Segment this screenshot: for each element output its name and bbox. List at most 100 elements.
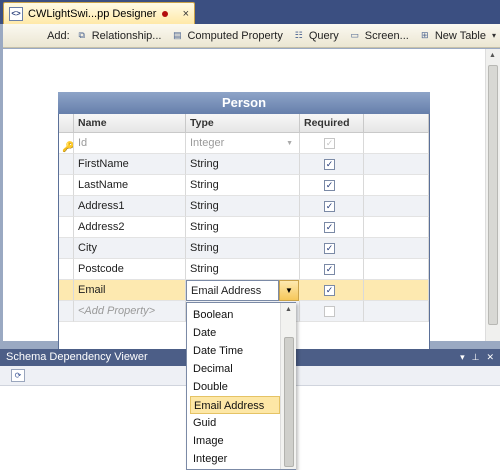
required-checkbox[interactable]: ✓	[324, 159, 335, 170]
property-name[interactable]: FirstName	[74, 154, 186, 175]
property-type[interactable]: String	[186, 238, 300, 259]
property-name[interactable]: Email	[74, 280, 186, 301]
property-row-postcode[interactable]: Postcode String ✓	[59, 259, 429, 280]
required-cell: ✓	[300, 133, 364, 154]
property-name[interactable]: Postcode	[74, 259, 186, 280]
property-name[interactable]: City	[74, 238, 186, 259]
close-tab-icon[interactable]: ×	[183, 8, 189, 20]
type-option-date-time[interactable]: Date Time	[187, 342, 280, 360]
name-column-header: Name	[74, 114, 186, 133]
key-icon: 🔑	[62, 142, 74, 153]
dropdown-scrollbar[interactable]: ▲	[280, 303, 296, 469]
required-checkbox: ✓	[324, 138, 335, 149]
property-row-email[interactable]: Email Email Address ▼ ✓	[59, 280, 429, 301]
pin-icon[interactable]: ⊥	[472, 349, 480, 366]
pane-menu-icon[interactable]: ▾	[460, 349, 465, 366]
type-option-email-address[interactable]: Email Address	[190, 396, 280, 414]
scrollbar-thumb[interactable]	[488, 65, 498, 325]
dropdown-scroll-up-icon[interactable]: ▲	[285, 306, 292, 313]
required-checkbox[interactable]: ✓	[324, 201, 335, 212]
property-name[interactable]: Address2	[74, 217, 186, 238]
row-filler	[364, 217, 429, 238]
required-checkbox[interactable]: ✓	[324, 180, 335, 191]
row-filler	[364, 280, 429, 301]
row-gutter	[59, 196, 74, 217]
add-computed-property-button[interactable]: ▤ Computed Property	[171, 29, 283, 42]
toolbar-overflow-icon[interactable]: ▾	[490, 28, 498, 44]
property-name[interactable]: Address1	[74, 196, 186, 217]
row-gutter	[59, 175, 74, 196]
entity-title: Person	[58, 92, 430, 114]
add-query-button[interactable]: ☷ Query	[293, 30, 339, 42]
row-gutter	[59, 259, 74, 280]
add-property-input[interactable]: <Add Property>	[74, 301, 186, 322]
type-dropdown-button[interactable]: ▼	[279, 280, 299, 301]
relationship-icon: ⧉	[78, 30, 85, 40]
refresh-icon[interactable]: ⟳	[11, 369, 25, 382]
property-type[interactable]: String	[186, 196, 300, 217]
required-cell: ✓	[300, 259, 364, 280]
add-label: Add:	[47, 29, 70, 42]
close-pane-icon[interactable]: ✕	[486, 349, 494, 366]
add-computed-property-label: Computed Property	[187, 29, 283, 42]
property-row-firstname[interactable]: FirstName String ✓	[59, 154, 429, 175]
property-type[interactable]: String	[186, 154, 300, 175]
type-dropdown-icon: ▼	[286, 140, 293, 147]
property-row-id[interactable]: 🔑 Id Integer ▼ ✓	[59, 133, 429, 154]
add-screen-button[interactable]: ▭ Screen...	[349, 30, 409, 42]
type-option-integer[interactable]: Integer	[187, 450, 280, 468]
row-filler	[364, 259, 429, 280]
dropdown-scrollbar-thumb[interactable]	[284, 337, 294, 467]
type-option-double[interactable]: Double	[187, 378, 280, 396]
property-type-value: Integer	[190, 137, 225, 149]
property-type[interactable]: String	[186, 217, 300, 238]
new-table-button[interactable]: ⊞ New Table	[419, 30, 486, 42]
type-option-image[interactable]: Image	[187, 432, 280, 450]
designer-document-tab[interactable]: <> CWLightSwi...pp Designer ×	[3, 2, 195, 24]
required-cell: ✓	[300, 217, 364, 238]
required-cell: ✓	[300, 154, 364, 175]
required-checkbox[interactable]: ✓	[324, 243, 335, 254]
row-gutter	[59, 280, 74, 301]
property-row-address1[interactable]: Address1 String ✓	[59, 196, 429, 217]
type-option-date[interactable]: Date	[187, 324, 280, 342]
property-row-lastname[interactable]: LastName String ✓	[59, 175, 429, 196]
property-type[interactable]: String	[186, 259, 300, 280]
required-checkbox[interactable]: ✓	[324, 285, 335, 296]
property-name[interactable]: LastName	[74, 175, 186, 196]
property-type[interactable]: Integer ▼	[186, 133, 300, 154]
type-column-header: Type	[186, 114, 300, 133]
required-cell: ✓	[300, 196, 364, 217]
row-filler	[364, 301, 429, 322]
add-relationship-button[interactable]: ⧉ Relationship...	[76, 30, 162, 42]
designer-toolbar: Add: ⧉ Relationship... ▤ Computed Proper…	[3, 24, 500, 48]
canvas-vertical-scrollbar[interactable]: ▲	[485, 49, 500, 341]
property-name[interactable]: Id	[74, 133, 186, 154]
new-table-label: New Table	[434, 29, 486, 42]
required-cell: ✓	[300, 238, 364, 259]
computed-property-icon: ▤	[173, 30, 182, 40]
property-type-combobox[interactable]: Email Address	[186, 280, 279, 301]
row-gutter	[59, 301, 74, 322]
add-relationship-label: Relationship...	[91, 29, 162, 42]
row-gutter	[59, 238, 74, 259]
add-query-label: Query	[308, 29, 339, 42]
gutter-header	[59, 114, 74, 133]
property-row-address2[interactable]: Address2 String ✓	[59, 217, 429, 238]
row-gutter	[59, 217, 74, 238]
type-option-boolean[interactable]: Boolean	[187, 306, 280, 324]
required-cell	[300, 301, 364, 322]
property-row-city[interactable]: City String ✓	[59, 238, 429, 259]
document-tab-title: CWLightSwi...pp Designer	[28, 7, 157, 20]
type-option-guid[interactable]: Guid	[187, 414, 280, 432]
required-cell: ✓	[300, 280, 364, 301]
required-checkbox[interactable]: ✓	[324, 264, 335, 275]
type-option-decimal[interactable]: Decimal	[187, 360, 280, 378]
required-checkbox[interactable]: ✓	[324, 222, 335, 233]
row-gutter: 🔑	[59, 133, 74, 154]
required-checkbox	[324, 306, 335, 317]
type-dropdown-list: Boolean Date Date Time Decimal Double Em…	[186, 302, 296, 470]
property-type[interactable]: String	[186, 175, 300, 196]
query-icon: ☷	[294, 30, 303, 40]
scroll-up-icon[interactable]: ▲	[489, 52, 496, 59]
